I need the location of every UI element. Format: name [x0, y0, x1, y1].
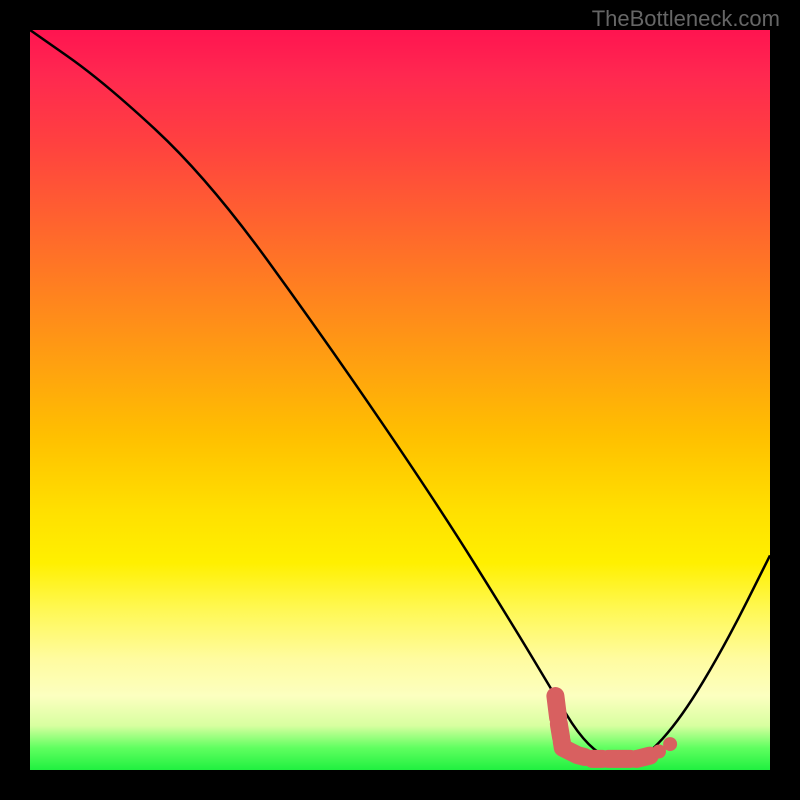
optimal-zone-stroke	[555, 696, 651, 759]
bottleneck-curve-line	[30, 30, 770, 761]
chart-svg	[30, 30, 770, 770]
optimal-zone-dot	[663, 737, 677, 751]
watermark-text: TheBottleneck.com	[592, 6, 780, 32]
